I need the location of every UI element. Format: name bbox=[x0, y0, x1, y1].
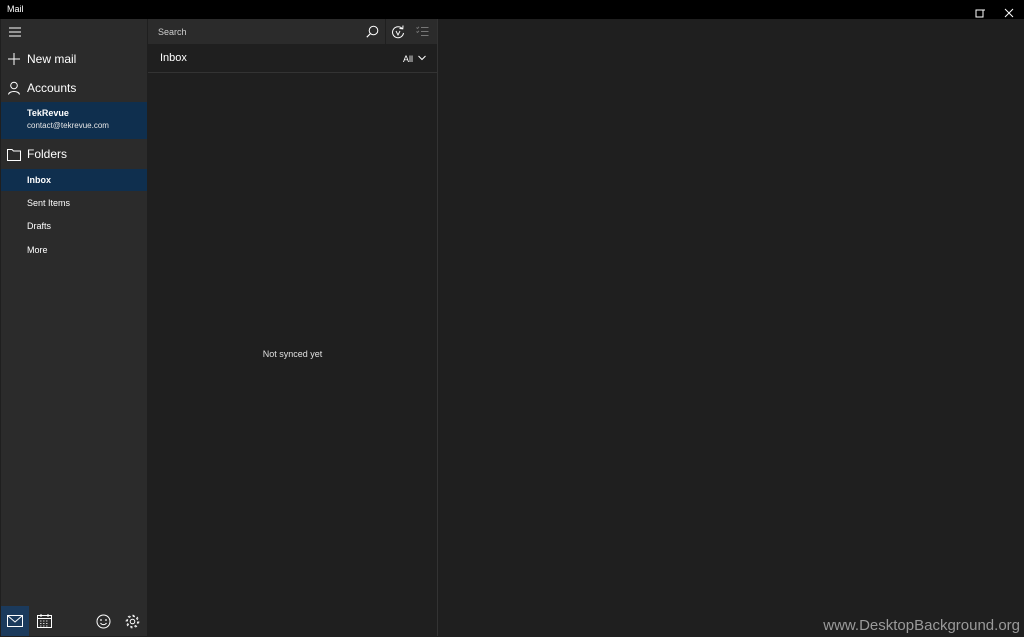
list-header-title: Inbox bbox=[160, 52, 187, 64]
reading-pane bbox=[438, 19, 1023, 636]
list-header: Inbox All bbox=[148, 44, 437, 73]
folder-icon bbox=[7, 148, 21, 161]
smiley-icon bbox=[96, 614, 110, 628]
folder-item-sent-items[interactable]: Sent Items bbox=[1, 192, 147, 214]
empty-state-message: Not synced yet bbox=[262, 349, 323, 359]
folder-item-inbox[interactable]: Inbox bbox=[1, 169, 147, 191]
selection-mode-button[interactable] bbox=[410, 19, 434, 44]
feedback-button[interactable] bbox=[89, 606, 117, 636]
close-icon bbox=[1004, 8, 1014, 18]
message-list-pane: Search Inbox All Not synced yet bbox=[148, 19, 438, 636]
account-email: contact@tekrevue.com bbox=[27, 121, 109, 130]
search-button[interactable] bbox=[360, 19, 384, 44]
folder-label: Drafts bbox=[27, 221, 52, 231]
app-switcher-bar bbox=[1, 606, 147, 636]
account-item[interactable]: TekRevue contact@tekrevue.com bbox=[1, 102, 147, 139]
title-bar: Mail bbox=[0, 0, 1024, 19]
chevron-down-icon[interactable] bbox=[418, 55, 426, 61]
sync-button[interactable] bbox=[385, 19, 410, 44]
selection-list-icon bbox=[415, 26, 428, 36]
folder-item-more[interactable]: More bbox=[1, 239, 147, 261]
accounts-button[interactable]: Accounts bbox=[1, 79, 147, 97]
search-bar: Search bbox=[148, 19, 437, 44]
calendar-app-button[interactable] bbox=[30, 606, 58, 636]
mail-app-button[interactable] bbox=[1, 606, 29, 636]
search-icon bbox=[365, 25, 378, 38]
mail-icon bbox=[7, 615, 23, 627]
person-icon bbox=[8, 81, 20, 95]
new-mail-button[interactable]: New mail bbox=[1, 50, 147, 68]
account-name: TekRevue bbox=[27, 108, 69, 118]
new-mail-label: New mail bbox=[27, 52, 77, 66]
maximize-button-box[interactable] bbox=[975, 5, 984, 18]
calendar-icon bbox=[36, 614, 52, 628]
close-button[interactable] bbox=[1004, 5, 1014, 18]
filter-dropdown[interactable]: All bbox=[403, 54, 413, 64]
watermark-text: www.DesktopBackground.org bbox=[823, 617, 1020, 634]
sync-icon bbox=[392, 24, 404, 38]
folder-label: Sent Items bbox=[27, 198, 71, 208]
window-title: Mail bbox=[7, 4, 24, 14]
navigation-pane: New mail Accounts TekRevue contact@tekre… bbox=[1, 19, 147, 636]
plus-icon bbox=[8, 53, 20, 65]
folder-label: More bbox=[27, 245, 48, 255]
search-input[interactable]: Search bbox=[158, 27, 187, 37]
folder-item-drafts[interactable]: Drafts bbox=[1, 215, 147, 237]
folders-button[interactable]: Folders bbox=[1, 145, 147, 163]
hamburger-menu-button[interactable] bbox=[7, 24, 23, 40]
accounts-label: Accounts bbox=[27, 81, 77, 95]
hamburger-icon bbox=[9, 27, 21, 37]
gear-icon bbox=[125, 614, 139, 628]
maximize-icon bbox=[975, 9, 984, 18]
folder-label: Inbox bbox=[27, 175, 51, 185]
settings-button[interactable] bbox=[118, 606, 146, 636]
folders-label: Folders bbox=[27, 147, 68, 161]
